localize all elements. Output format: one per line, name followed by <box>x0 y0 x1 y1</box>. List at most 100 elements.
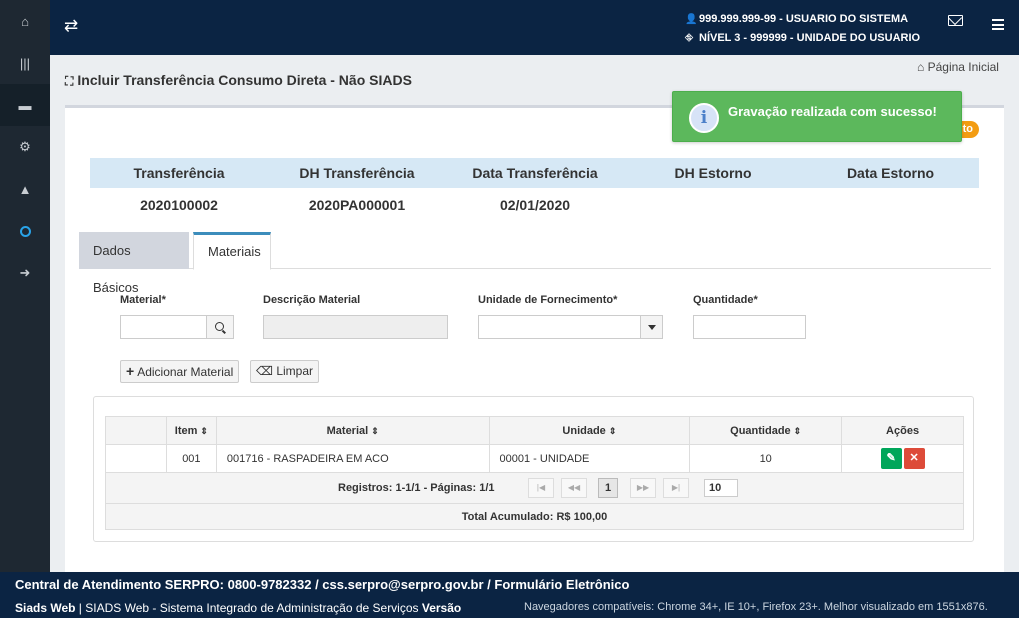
envelope-icon[interactable] <box>948 15 963 26</box>
item-cell: 001 <box>165 444 217 473</box>
sidebar-item-archive[interactable]: ▬ <box>0 84 50 126</box>
footer: Central de Atendimento SERPRO: 0800-9782… <box>0 572 1019 618</box>
first-page-button[interactable]: |◀ <box>528 478 554 498</box>
toast-message: Gravação realizada com sucesso! <box>728 104 937 119</box>
sort-icon: ⇕ <box>200 425 208 436</box>
sidebar-item-home[interactable]: ⌂ <box>0 0 50 42</box>
sidebar-item-signin[interactable]: ➜ <box>0 252 50 294</box>
clear-label: Limpar <box>276 364 313 378</box>
descricao-label: Descrição Material <box>263 294 361 306</box>
actions-cell: ✎ ✕ <box>841 444 964 473</box>
summary-value-cell <box>802 192 979 218</box>
summary-header-cell: Data Transferência <box>472 165 598 181</box>
unidade-select[interactable] <box>478 315 663 339</box>
column-header-material[interactable]: Material ⇕ <box>215 416 490 445</box>
breadcrumb-label: Página Inicial <box>927 60 999 74</box>
summary-header-cell: Transferência <box>133 165 225 181</box>
page-number-button[interactable]: 1 <box>598 478 618 498</box>
user-icon: 👤 <box>685 14 698 25</box>
cubes-icon: ⛶ <box>65 74 74 88</box>
column-label: Material <box>326 424 369 437</box>
circle-icon <box>19 225 31 237</box>
summary-header: Transferência DH Transferência Data Tran… <box>90 158 979 188</box>
quantidade-cell: 10 <box>689 444 843 473</box>
sidebar-item-barcode[interactable]: ||| <box>0 42 50 84</box>
column-header-item[interactable]: Item ⇕ <box>165 416 217 445</box>
rows-per-page-select[interactable]: 10 <box>704 479 738 497</box>
row-select-cell[interactable] <box>105 444 167 473</box>
footer-app-info: Siads Web | SIADS Web - Sistema Integrad… <box>15 601 461 615</box>
caret-down-icon[interactable] <box>640 316 662 338</box>
archive-icon: ▬ <box>18 97 32 113</box>
tab-bar: Dados Básicos Materiais <box>79 230 991 295</box>
last-page-button[interactable]: ▶| <box>663 478 689 498</box>
summary-header-cell: DH Transferência <box>299 165 415 181</box>
footer-app-name: Siads Web <box>15 601 76 615</box>
plus-icon: + <box>126 363 135 379</box>
hamburger-menu-icon[interactable] <box>992 19 1004 30</box>
sidebar-item-circle[interactable] <box>0 210 50 252</box>
pager-info: Registros: 1-1/1 - Páginas: 1/1 <box>338 482 495 494</box>
summary-value-cell: 02/01/2020 <box>499 197 571 213</box>
material-label: Material* <box>120 294 166 306</box>
user-line: 999.999.999-99 - USUARIO DO SISTEMA <box>699 13 909 25</box>
table-row[interactable]: 001 001716 - RASPADEIRA EM ACO 00001 - U… <box>105 444 964 473</box>
summary-header-cell: DH Estorno <box>674 165 752 181</box>
summary-values: 2020100002 2020PA000001 02/01/2020 <box>90 192 979 218</box>
quantidade-label: Quantidade* <box>693 294 758 306</box>
column-header-quantidade[interactable]: Quantidade ⇕ <box>689 416 843 445</box>
next-page-button[interactable]: ▶▶ <box>630 478 656 498</box>
sitemap-icon: ⛗ <box>685 33 693 44</box>
info-icon: i <box>689 103 719 133</box>
clear-button[interactable]: ⌫ Limpar <box>250 360 319 383</box>
page-title-text: Incluir Transferência Consumo Direta - N… <box>77 72 412 88</box>
breadcrumb-home[interactable]: ⌂ Página Inicial <box>917 60 999 74</box>
search-material-button[interactable] <box>206 315 234 339</box>
paginator: Registros: 1-1/1 - Páginas: 1/1 |◀ ◀◀ 1 … <box>105 473 964 504</box>
page-title: ⛶ Incluir Transferência Consumo Direta - … <box>65 72 412 89</box>
unit-line: NÍVEL 3 - 999999 - UNIDADE DO USUARIO <box>699 32 921 44</box>
edit-button[interactable]: ✎ <box>880 448 902 469</box>
pencil-icon: ✎ <box>886 452 896 464</box>
close-icon: ✕ <box>909 452 919 464</box>
material-input[interactable] <box>120 315 207 339</box>
column-label: Item <box>174 424 198 437</box>
summary-value-cell <box>624 192 802 218</box>
footer-app-desc: | SIADS Web - Sistema Integrado de Admin… <box>75 601 422 615</box>
column-header-select <box>105 416 167 445</box>
material-cell: 001716 - RASPADEIRA EM ACO <box>215 444 490 473</box>
footer-browsers: Navegadores compatíveis: Chrome 34+, IE … <box>524 601 988 613</box>
delete-button[interactable]: ✕ <box>903 448 925 469</box>
materials-table: Item ⇕ Material ⇕ Unidade ⇕ Quantidade ⇕ Açõ… <box>105 416 964 473</box>
tab-materiais[interactable]: Materiais <box>193 232 271 270</box>
column-header-acoes: Ações <box>841 416 964 445</box>
tab-dados-basicos[interactable]: Dados Básicos <box>79 232 189 295</box>
summary-value-cell: 2020100002 <box>140 197 218 213</box>
descricao-input <box>263 315 448 339</box>
sort-icon: ⇕ <box>608 425 617 436</box>
column-header-unidade[interactable]: Unidade ⇕ <box>488 416 691 445</box>
barcode-icon: ||| <box>19 55 31 71</box>
summary-value-cell: 2020PA000001 <box>308 197 406 213</box>
home-icon: ⌂ <box>917 60 928 74</box>
unidade-label: Unidade de Fornecimento* <box>478 294 618 306</box>
cogs-icon: ⚙ <box>19 139 31 154</box>
sort-icon: ⇕ <box>371 425 379 436</box>
column-label: Quantidade <box>730 424 791 437</box>
total-accumulated: Total Acumulado: R$ 100,00 <box>105 504 964 530</box>
unidade-cell: 00001 - UNIDADE <box>488 444 691 473</box>
graduation-cap-icon: ▲ <box>18 181 32 197</box>
add-material-label: Adicionar Material <box>137 365 234 379</box>
success-toast[interactable]: i Gravação realizada com sucesso! <box>672 91 962 142</box>
summary-header-cell: Data Estorno <box>846 165 935 181</box>
swap-icon[interactable]: ⇄ <box>64 16 78 36</box>
sidebar: ⌂ ||| ▬ ⚙ ▲ ➜ <box>0 0 50 572</box>
add-material-button[interactable]: + Adicionar Material <box>120 360 240 383</box>
user-info: 👤 999.999.999-99 - USUARIO DO SISTEMA ⛗ NÍ… <box>685 10 920 48</box>
sidebar-item-settings[interactable]: ⚙ <box>0 126 50 168</box>
footer-version-link[interactable]: Versão <box>422 601 461 615</box>
quantidade-input[interactable] <box>693 315 806 339</box>
footer-contact[interactable]: Central de Atendimento SERPRO: 0800-9782… <box>15 577 629 592</box>
prev-page-button[interactable]: ◀◀ <box>561 478 587 498</box>
sidebar-item-training[interactable]: ▲ <box>0 168 50 210</box>
